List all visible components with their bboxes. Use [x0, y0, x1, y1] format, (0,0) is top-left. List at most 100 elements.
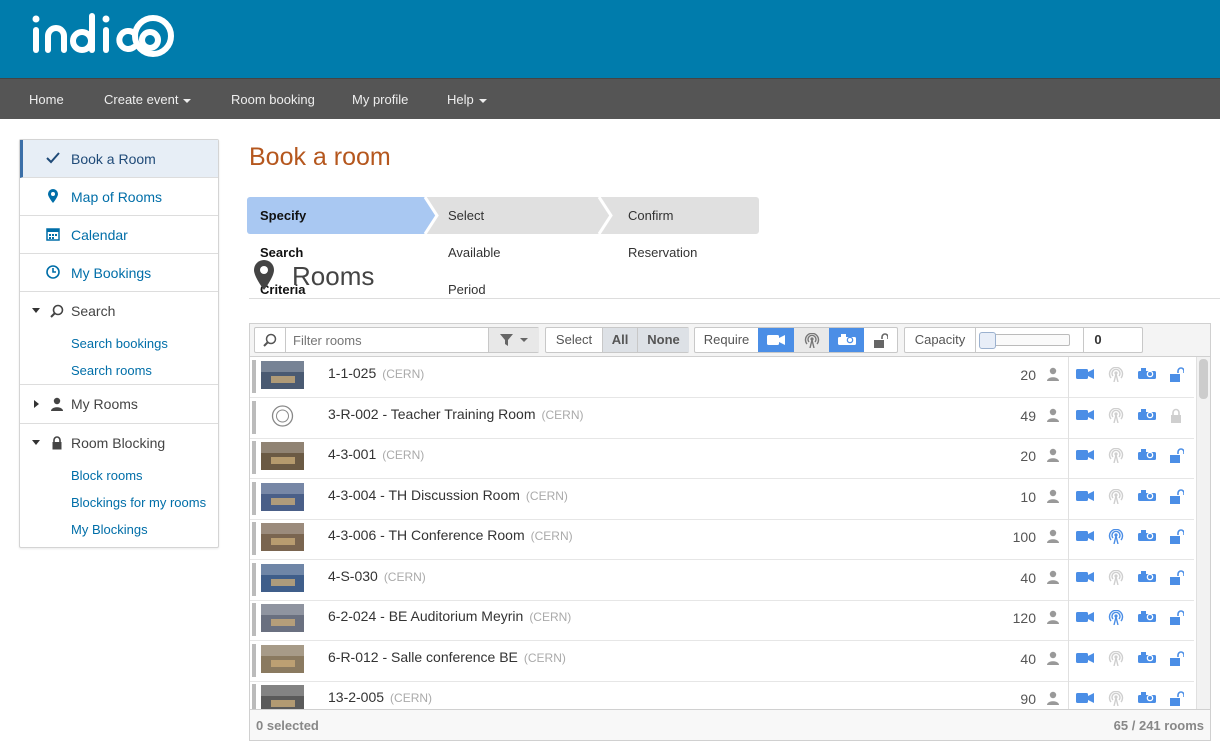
room-status-bar — [252, 643, 256, 677]
sidebar: Book a Room Map of Rooms Calendar My Boo… — [19, 139, 219, 548]
room-capacity: 20 — [1020, 367, 1036, 383]
projector-icon — [1138, 368, 1156, 379]
sidebar-item-label: Map of Rooms — [71, 188, 163, 205]
room-name[interactable]: 4-3-006 - TH Conference Room (CERN) — [328, 527, 573, 543]
indico-logo[interactable]: indico — [28, 8, 180, 64]
room-thumbnail — [261, 604, 304, 632]
search-icon — [263, 333, 277, 347]
room-row[interactable]: 6-2-024 - BE Auditorium Meyrin (CERN) 120 — [250, 600, 1194, 641]
sidebar-link-search-rooms[interactable]: Search rooms — [20, 357, 218, 384]
top-header: indico — [0, 0, 1220, 78]
user-icon — [1047, 489, 1059, 503]
room-count: 65 / 241 rooms — [1113, 718, 1204, 733]
room-name[interactable]: 6-2-024 - BE Auditorium Meyrin (CERN) — [328, 608, 571, 624]
sidebar-item-book-room[interactable]: Book a Room — [20, 140, 218, 178]
filter-rooms-input[interactable] — [293, 331, 483, 349]
sidebar-search-toggle[interactable]: Search — [20, 292, 218, 330]
capacity-slider[interactable] — [979, 332, 1070, 349]
room-row[interactable]: 4-3-006 - TH Conference Room (CERN) 100 — [250, 519, 1194, 560]
sidebar-link-search-bookings[interactable]: Search bookings — [20, 330, 218, 357]
triangle-down-icon — [32, 440, 40, 445]
unlock-icon — [1170, 529, 1184, 544]
calendar-icon — [46, 228, 60, 241]
unlock-icon — [874, 333, 889, 348]
clock-icon — [46, 265, 60, 279]
nav-create-event-label: Create event — [104, 92, 179, 107]
sidebar-my-rooms-toggle[interactable]: My Rooms — [20, 385, 218, 423]
sidebar-room-blocking-toggle[interactable]: Room Blocking — [20, 424, 218, 462]
lock-icon — [1171, 408, 1181, 423]
capacity-value[interactable]: 0 — [1091, 328, 1105, 352]
room-name[interactable]: 4-3-001 (CERN) — [328, 446, 424, 462]
user-icon — [1047, 651, 1059, 665]
require-videoconference-toggle[interactable] — [758, 328, 794, 352]
room-row[interactable]: 6-R-012 - Salle conference BE (CERN) 40 — [250, 640, 1194, 682]
require-webcast-toggle[interactable] — [794, 328, 829, 352]
room-thumbnail — [261, 442, 304, 470]
row-separator — [1068, 397, 1069, 439]
room-row[interactable]: 13-2-005 (CERN) 90 — [250, 681, 1194, 709]
selected-count: 0 selected — [256, 718, 319, 733]
room-row[interactable]: 4-3-001 (CERN) 20 — [250, 438, 1194, 479]
sidebar-item-map-rooms[interactable]: Map of Rooms — [20, 178, 218, 216]
step-specify-criteria[interactable]: Specify Search Criteria — [260, 197, 306, 297]
caret-down-icon — [520, 338, 528, 342]
video-camera-icon — [1076, 612, 1094, 622]
room-name[interactable]: 13-2-005 (CERN) — [328, 689, 432, 705]
sidebar-link-blockings-for-my-rooms[interactable]: Blockings for my rooms — [20, 489, 218, 516]
nav-home[interactable]: Home — [29, 79, 64, 120]
step-confirm-reservation[interactable]: Confirm Reservation — [628, 197, 697, 260]
nav-room-booking[interactable]: Room booking — [231, 79, 315, 120]
room-capacity: 100 — [1012, 529, 1036, 545]
room-thumbnail — [261, 563, 304, 592]
room-list: 1-1-025 (CERN) 20 3-R-002 - Teacher Train… — [250, 357, 1194, 709]
nav-room-booking-label: Room booking — [231, 92, 315, 107]
room-row[interactable]: 4-3-004 - TH Discussion Room (CERN) 10 — [250, 478, 1194, 520]
sidebar-item-label: Calendar — [71, 226, 128, 243]
room-location: (CERN) — [530, 529, 573, 543]
room-name[interactable]: 4-3-004 - TH Discussion Room (CERN) — [328, 487, 568, 503]
main-nav: Home Create event Room booking My profil… — [0, 78, 1220, 119]
room-row[interactable]: 1-1-025 (CERN) 20 — [250, 357, 1194, 398]
room-name[interactable]: 4-S-030 (CERN) — [328, 568, 426, 584]
room-list-scrollbar[interactable] — [1196, 357, 1210, 709]
nav-create-event[interactable]: Create event — [104, 79, 192, 120]
select-all-button[interactable]: All — [602, 328, 637, 352]
video-camera-icon — [1076, 490, 1094, 501]
step-select-period[interactable]: Select Available Period — [448, 197, 501, 297]
select-none-button[interactable]: None — [637, 328, 689, 352]
sidebar-item-my-bookings[interactable]: My Bookings — [20, 254, 218, 292]
filter-dropdown-button[interactable] — [488, 328, 539, 352]
scrollbar-thumb[interactable] — [1199, 359, 1208, 399]
require-bookable-toggle[interactable] — [864, 328, 898, 352]
nav-my-profile[interactable]: My profile — [352, 79, 408, 120]
row-separator — [1068, 600, 1069, 641]
row-separator — [1068, 559, 1069, 601]
row-separator — [1068, 438, 1069, 479]
room-name[interactable]: 3-R-002 - Teacher Training Room (CERN) — [328, 406, 584, 422]
user-icon — [1047, 570, 1059, 584]
room-location: (CERN) — [525, 488, 568, 503]
room-row[interactable]: 3-R-002 - Teacher Training Room (CERN) 49 — [250, 397, 1194, 439]
rooms-title: Rooms — [292, 261, 375, 291]
room-name[interactable]: 1-1-025 (CERN) — [328, 365, 424, 381]
row-separator — [1068, 478, 1069, 520]
capacity-group: Capacity 0 — [904, 327, 1143, 353]
page-title: Book a room — [249, 143, 391, 171]
sidebar-item-label: Book a Room — [71, 150, 156, 167]
unlock-icon — [1170, 650, 1184, 666]
sidebar-link-block-rooms[interactable]: Block rooms — [20, 462, 218, 489]
room-capacity: 120 — [1012, 610, 1036, 626]
sidebar-room-blocking-label: Room Blocking — [71, 435, 166, 451]
broadcast-icon — [1108, 448, 1124, 463]
room-row[interactable]: 4-S-030 (CERN) 40 — [250, 559, 1194, 601]
sidebar-link-my-blockings[interactable]: My Blockings — [20, 516, 218, 543]
room-thumbnail — [261, 685, 304, 709]
lock-icon — [52, 436, 62, 450]
require-projector-toggle[interactable] — [829, 328, 864, 352]
user-icon — [1047, 610, 1059, 624]
capacity-slider-handle[interactable] — [979, 332, 996, 349]
sidebar-item-calendar[interactable]: Calendar — [20, 216, 218, 254]
room-name[interactable]: 6-R-012 - Salle conference BE (CERN) — [328, 649, 566, 665]
nav-help[interactable]: Help — [447, 79, 487, 120]
